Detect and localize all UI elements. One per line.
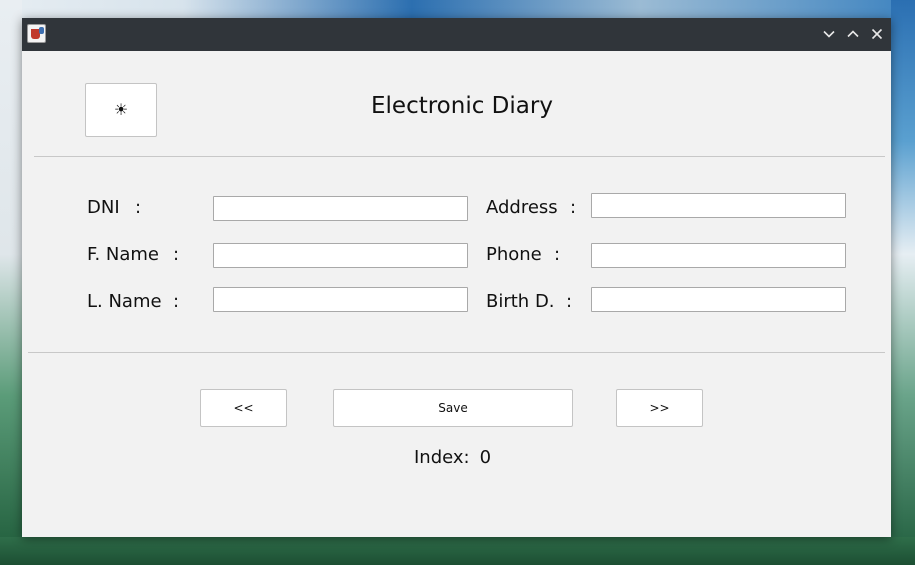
desktop-wallpaper-left <box>0 0 22 565</box>
last-name-label: L. Name : <box>87 291 180 312</box>
dni-label: DNI : <box>87 197 142 218</box>
desktop-wallpaper-bottom <box>0 537 915 565</box>
chevron-down-icon <box>823 30 835 38</box>
java-cup-icon[interactable] <box>27 24 46 43</box>
next-button[interactable]: >> <box>616 389 703 427</box>
dni-field[interactable] <box>213 196 468 221</box>
phone-field[interactable] <box>591 243 846 268</box>
birth-date-label: Birth D. : <box>486 291 573 312</box>
index-value: 0 <box>479 447 492 468</box>
header-divider <box>34 156 885 157</box>
phone-label: Phone : <box>486 244 561 265</box>
maximize-button[interactable] <box>843 24 863 44</box>
desktop-wallpaper-top <box>0 0 915 18</box>
close-icon <box>871 28 883 40</box>
form-divider <box>28 352 885 353</box>
birth-date-field[interactable] <box>591 287 846 312</box>
app-window: ☀ Electronic Diary DNI : F. Name : L. Na… <box>22 18 891 537</box>
last-name-field[interactable] <box>213 287 468 312</box>
address-label: Address : <box>486 197 577 218</box>
minimize-button[interactable] <box>819 24 839 44</box>
first-name-label: F. Name : <box>87 244 180 265</box>
save-button[interactable]: Save <box>333 389 573 427</box>
window-content: ☀ Electronic Diary DNI : F. Name : L. Na… <box>22 51 891 537</box>
previous-button[interactable]: << <box>200 389 287 427</box>
index-indicator: Index: 0 <box>414 447 501 468</box>
window-titlebar[interactable] <box>22 18 891 51</box>
chevron-up-icon <box>847 30 859 38</box>
first-name-field[interactable] <box>213 243 468 268</box>
page-title: Electronic Diary <box>371 93 553 119</box>
desktop-wallpaper-right <box>891 0 915 565</box>
theme-toggle-button[interactable]: ☀ <box>85 83 157 137</box>
address-field[interactable] <box>591 193 846 218</box>
index-label: Index: <box>414 447 470 468</box>
sun-icon: ☀ <box>113 100 129 119</box>
close-button[interactable] <box>867 24 887 44</box>
